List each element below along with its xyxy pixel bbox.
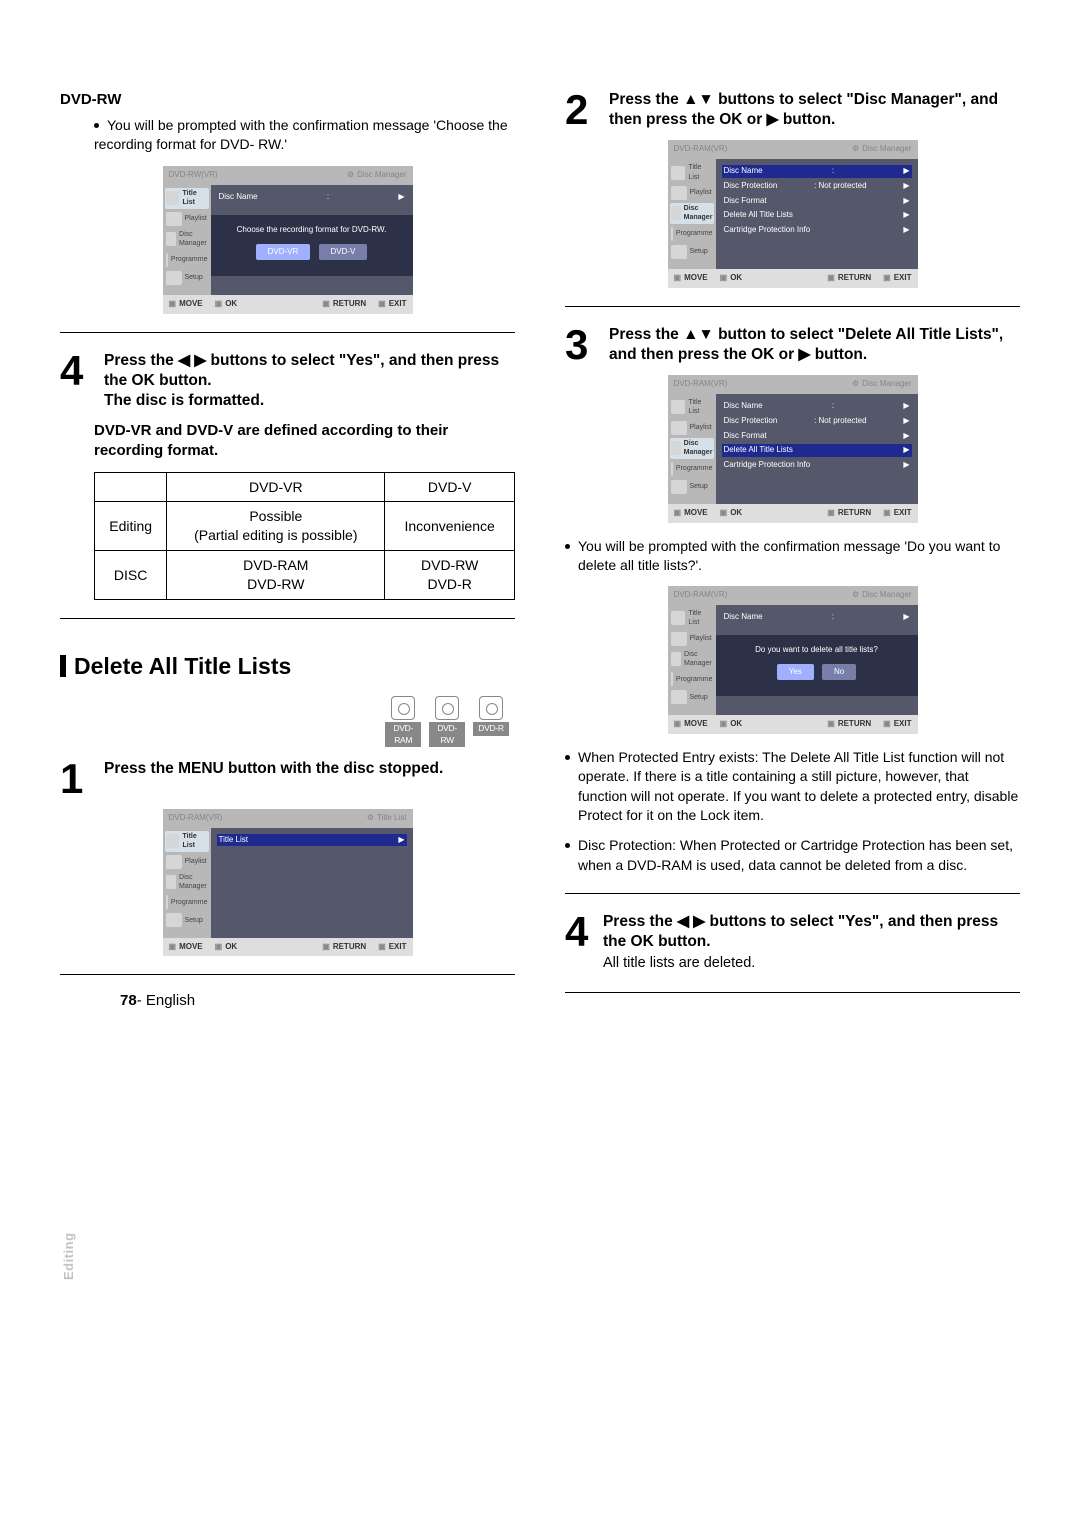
screenshot-title-list: DVD-RAM(VR) Title List Title List Playli…: [163, 809, 413, 957]
right-column: 2 Press the ▲▼ buttons to select "Disc M…: [565, 90, 1020, 1011]
dvd-rw-prompt: You will be prompted with the confirmati…: [94, 116, 515, 154]
screenshot-format-prompt: DVD-RW(VR) Disc Manager Title List Playl…: [163, 166, 413, 314]
gear-icon: Disc Manager: [347, 170, 407, 181]
disc-icon: [391, 696, 415, 720]
defined-text: DVD-VR and DVD-V are defined according t…: [94, 421, 515, 462]
bullet-icon: [565, 843, 570, 848]
step-3: 3 Press the ▲▼ button to select "Delete …: [565, 325, 1020, 365]
confirm-bullet: You will be prompted with the confirmati…: [565, 537, 1020, 576]
section-title-delete-all: Delete All Title Lists: [60, 651, 515, 682]
disc-icon: [435, 696, 459, 720]
separator: [565, 893, 1020, 894]
screenshot-disc-manager: DVD-RAM(VR) Disc Manager Title List Play…: [668, 140, 918, 288]
side-tab-editing: Editing: [60, 1232, 78, 1280]
bullet-icon: [565, 544, 570, 549]
separator: [60, 332, 515, 333]
separator: [60, 974, 515, 975]
step-4-left: 4 Press the ◀ ▶ buttons to select "Yes",…: [60, 351, 515, 411]
dvd-vr-button[interactable]: DVD-VR: [256, 244, 311, 261]
step-2: 2 Press the ▲▼ buttons to select "Disc M…: [565, 90, 1020, 130]
bullet-icon: [565, 755, 570, 760]
shot-head-left: DVD-RW(VR): [169, 170, 218, 181]
screenshot-delete-confirm: DVD-RAM(VR) Disc Manager Title List Play…: [668, 586, 918, 734]
bullet-icon: [94, 123, 99, 128]
note-protected-entry: When Protected Entry exists: The Delete …: [565, 748, 1020, 826]
page-number: 78: [120, 992, 137, 1009]
separator: [565, 306, 1020, 307]
screenshot-delete-all-selected: DVD-RAM(VR) Disc Manager Title List Play…: [668, 375, 918, 523]
shot-nav: Title List Playlist Disc Manager Program…: [163, 185, 211, 295]
dvd-v-button[interactable]: DVD-V: [319, 244, 368, 261]
dvd-rw-label: DVD-RW: [60, 90, 515, 110]
separator: [60, 618, 515, 619]
no-button[interactable]: No: [822, 664, 856, 681]
yes-button[interactable]: Yes: [777, 664, 814, 681]
disc-icon: [479, 696, 503, 720]
separator: [565, 992, 1020, 993]
format-table: DVD-VRDVD-V Editing Possible (Partial ed…: [94, 472, 515, 600]
step-1: 1 Press the MENU button with the disc st…: [60, 759, 515, 799]
note-disc-protection: Disc Protection: When Protected or Cartr…: [565, 836, 1020, 875]
disc-icons: DVD-RAM DVD-RW DVD-R: [60, 696, 509, 747]
left-column: DVD-RW You will be prompted with the con…: [60, 90, 515, 1011]
step-4-right: 4 Press the ◀ ▶ buttons to select "Yes",…: [565, 912, 1020, 974]
page-footer: 78- English: [120, 991, 195, 1011]
